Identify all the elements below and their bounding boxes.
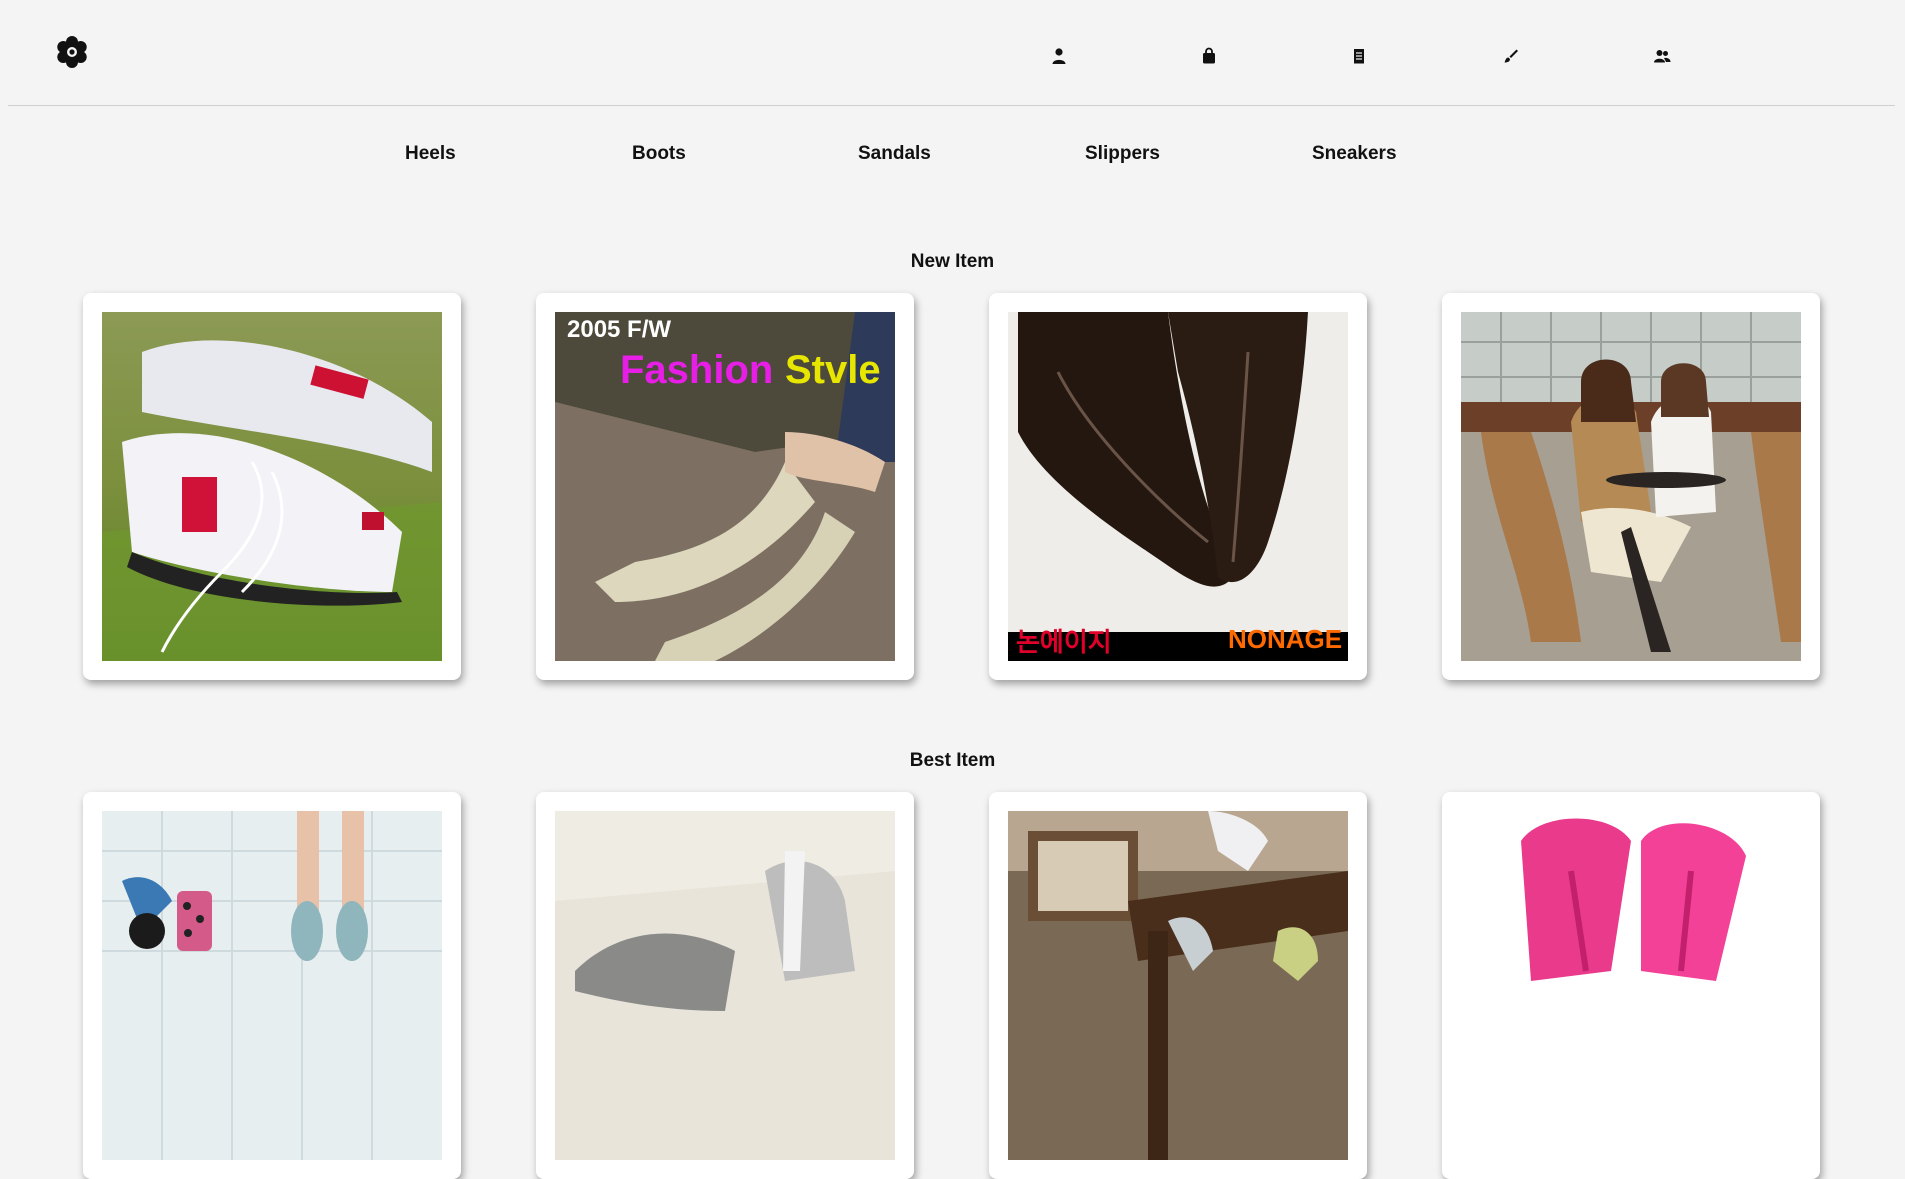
product-image[interactable] <box>555 811 895 1160</box>
brush-icon[interactable] <box>1501 47 1519 65</box>
new-item-title: New Item <box>910 251 995 272</box>
shopping-bag-icon[interactable] <box>1200 47 1218 65</box>
product-image[interactable]: 2005 F/W Fashion Stvle <box>555 312 895 661</box>
product-card[interactable] <box>536 792 914 1179</box>
product-card[interactable] <box>1442 293 1820 680</box>
image-caption: Stvle <box>785 348 881 392</box>
users-icon[interactable] <box>1653 47 1671 65</box>
category-heels[interactable]: Heels <box>405 143 456 165</box>
category-sandals[interactable]: Sandals <box>858 143 931 165</box>
best-item-title: Best Item <box>909 750 996 771</box>
product-image[interactable] <box>102 811 442 1160</box>
image-caption: NONAGE <box>1228 624 1343 654</box>
category-slippers[interactable]: Slippers <box>1085 143 1160 165</box>
site-header <box>8 0 1895 106</box>
category-boots[interactable]: Boots <box>632 143 686 165</box>
product-card[interactable] <box>83 792 461 1179</box>
receipt-icon[interactable] <box>1350 47 1368 65</box>
product-card[interactable]: 논에이지 NONAGE <box>989 293 1367 680</box>
user-icon[interactable] <box>1050 47 1068 65</box>
product-image[interactable]: 논에이지 NONAGE <box>1008 312 1348 661</box>
image-caption: Fashion <box>620 348 774 392</box>
product-card[interactable] <box>83 293 461 680</box>
category-nav: Heels Boots Sandals Slippers Sneakers <box>0 143 1905 169</box>
product-card[interactable] <box>989 792 1367 1179</box>
product-card[interactable]: 2005 F/W Fashion Stvle <box>536 293 914 680</box>
product-card[interactable] <box>1442 792 1820 1179</box>
product-image[interactable] <box>1008 811 1348 1160</box>
logo-icon[interactable] <box>55 35 89 69</box>
image-caption: 논에이지 <box>1016 627 1112 657</box>
product-image[interactable] <box>1461 312 1801 661</box>
image-caption: 2005 F/W <box>567 316 672 343</box>
category-sneakers[interactable]: Sneakers <box>1312 143 1397 165</box>
product-image[interactable] <box>1461 811 1801 1160</box>
product-image[interactable] <box>102 312 442 661</box>
